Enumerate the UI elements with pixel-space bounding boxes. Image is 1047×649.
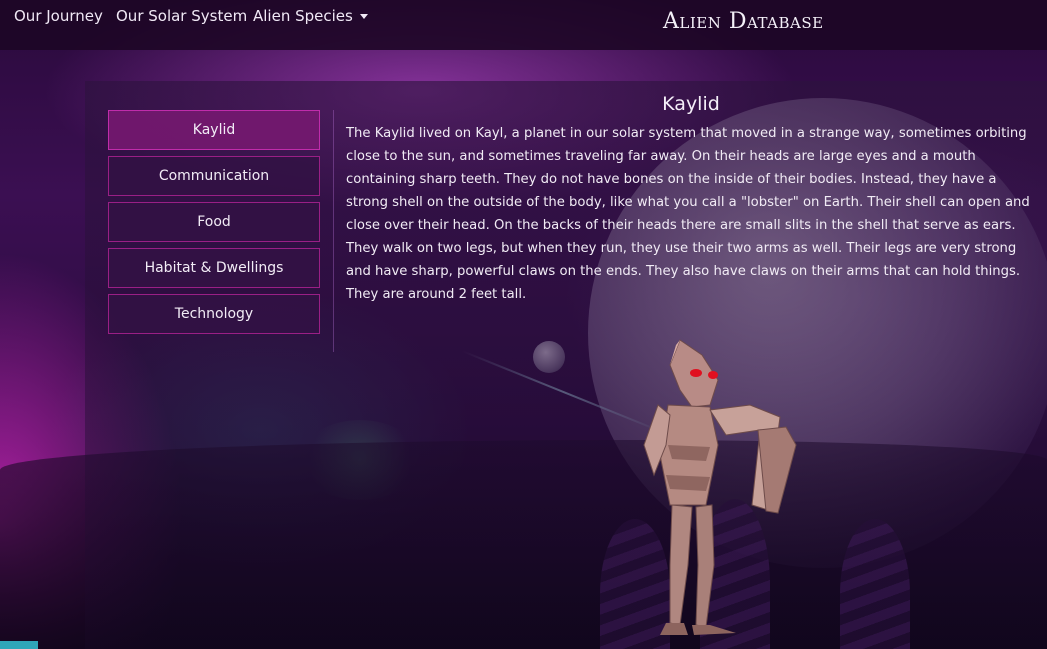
site-brand-title[interactable]: Alien Database [663,8,824,36]
nav-dropdown-label: Alien Species [253,7,353,25]
caret-down-icon [359,14,368,19]
top-navbar: Our Journey Our Solar System Alien Speci… [0,0,1047,50]
sidebar-item-kaylid[interactable]: Kaylid [108,110,320,150]
sidebar-item-habitat-dwellings[interactable]: Habitat & Dwellings [108,248,320,288]
sidebar-divider [333,110,334,352]
nav-link-our-solar-system[interactable]: Our Solar System [116,7,247,25]
species-description: The Kaylid lived on Kayl, a planet in ou… [346,126,1030,302]
nav-dropdown-alien-species[interactable]: Alien Species [253,7,368,25]
sidebar-item-communication[interactable]: Communication [108,156,320,196]
species-title: Kaylid [662,93,720,115]
sidebar-item-food[interactable]: Food [108,202,320,242]
nav-link-our-journey[interactable]: Our Journey [14,7,103,25]
sidebar-item-technology[interactable]: Technology [108,294,320,334]
page: Our Journey Our Solar System Alien Speci… [0,0,1047,649]
kaylid-alien-illustration [643,339,797,635]
corner-tab[interactable] [0,641,38,649]
